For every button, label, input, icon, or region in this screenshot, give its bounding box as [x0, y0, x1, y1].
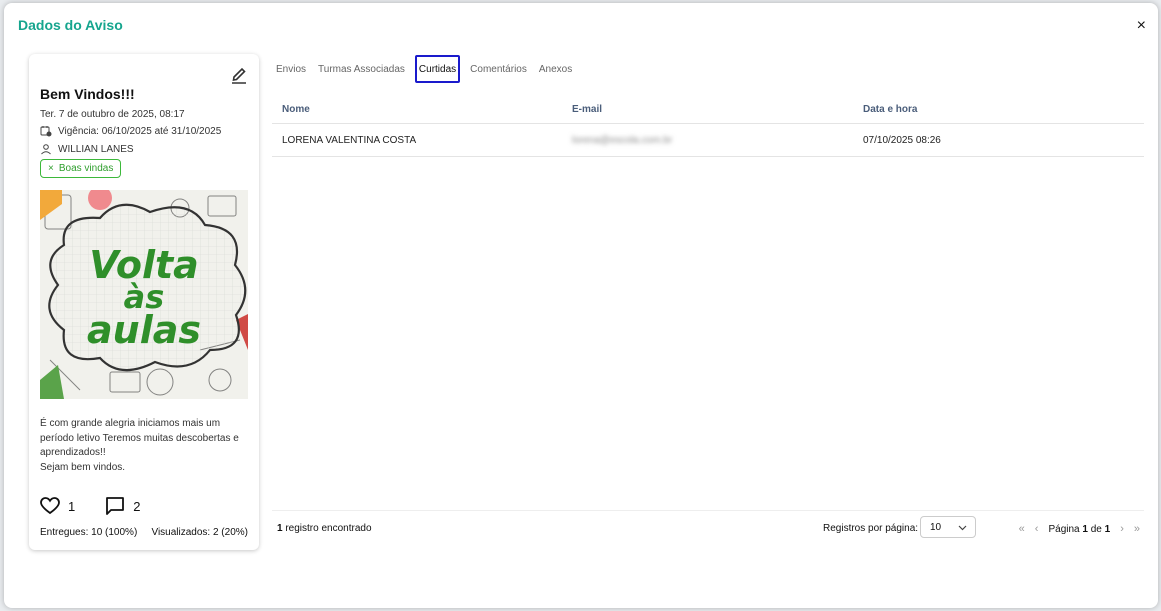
reactions-bar: 1 2: [40, 496, 140, 516]
cell-name: LORENA VALENTINA COSTA: [282, 134, 417, 146]
tab-turmas-associadas[interactable]: Turmas Associadas: [312, 55, 411, 83]
edit-icon[interactable]: [231, 66, 247, 84]
table-header: Nome E-mail Data e hora: [272, 95, 1144, 124]
category-tag[interactable]: × Boas vindas: [40, 159, 122, 178]
prev-page-icon[interactable]: ‹: [1035, 523, 1039, 535]
last-page-icon[interactable]: »: [1134, 523, 1140, 535]
notice-date: Ter. 7 de outubro de 2025, 08:17: [40, 109, 185, 120]
records-count: 1 registro encontrado: [277, 523, 372, 534]
cell-email: lorena@escola.com.br: [572, 134, 673, 146]
cell-datetime: 07/10/2025 08:26: [863, 134, 941, 146]
comments-count: 2: [133, 498, 141, 514]
first-page-icon[interactable]: «: [1019, 523, 1025, 535]
heart-icon[interactable]: [40, 496, 60, 516]
per-page-label: Registros por página:: [823, 523, 919, 534]
notice-image: Volta às aulas: [40, 190, 248, 399]
tab-anexos[interactable]: Anexos: [533, 55, 578, 83]
per-page-select[interactable]: 10: [920, 516, 976, 538]
tab-curtidas[interactable]: Curtidas: [414, 55, 461, 83]
modal-title: Dados do Aviso: [18, 17, 123, 33]
tab-comentarios[interactable]: Comentários: [464, 55, 533, 83]
notice-description: É com grande alegria iniciamos mais um p…: [40, 418, 239, 473]
likes-table: Nome E-mail Data e hora LORENA VALENTINA…: [272, 95, 1144, 157]
comment-icon[interactable]: [105, 496, 125, 516]
close-icon[interactable]: ×: [48, 163, 54, 174]
column-header-email[interactable]: E-mail: [562, 104, 853, 115]
tab-envios[interactable]: Envios: [270, 55, 312, 83]
tab-bar: Envios Turmas Associadas Curtidas Coment…: [270, 55, 578, 83]
notice-author: WILLIAN LANES: [40, 143, 134, 155]
delivery-stats: Entregues: 10 (100%) Visualizados: 2 (20…: [40, 527, 248, 538]
next-page-icon[interactable]: ›: [1120, 523, 1124, 535]
page-indicator: Página 1 de 1: [1048, 523, 1111, 535]
likes-count: 1: [68, 498, 76, 514]
chevron-down-icon: [958, 525, 967, 531]
table-row[interactable]: LORENA VALENTINA COSTA lorena@escola.com…: [272, 124, 1144, 157]
volta-as-aulas-poster: Volta às aulas: [40, 190, 248, 399]
table-footer: 1 registro encontrado Registros por pági…: [272, 510, 1144, 543]
close-button[interactable]: ×: [1137, 17, 1146, 35]
notice-details-modal: Dados do Aviso × Bem Vindos!!! Ter. 7 de…: [4, 3, 1158, 608]
notice-validity: Vigência: 06/10/2025 até 31/10/2025: [40, 125, 221, 137]
viewed-stat: Visualizados: 2 (20%): [151, 527, 248, 538]
poster-line-3: aulas: [87, 308, 201, 352]
column-header-datetime[interactable]: Data e hora: [853, 104, 1144, 115]
calendar-clock-icon: [40, 126, 52, 137]
pagination: « ‹ Página 1 de 1 › »: [1019, 523, 1140, 535]
delivered-stat: Entregues: 10 (100%): [40, 527, 138, 538]
column-header-name[interactable]: Nome: [272, 104, 562, 115]
notice-title: Bem Vindos!!!: [40, 86, 135, 102]
notice-card: Bem Vindos!!! Ter. 7 de outubro de 2025,…: [29, 54, 259, 550]
person-icon: [41, 144, 51, 155]
